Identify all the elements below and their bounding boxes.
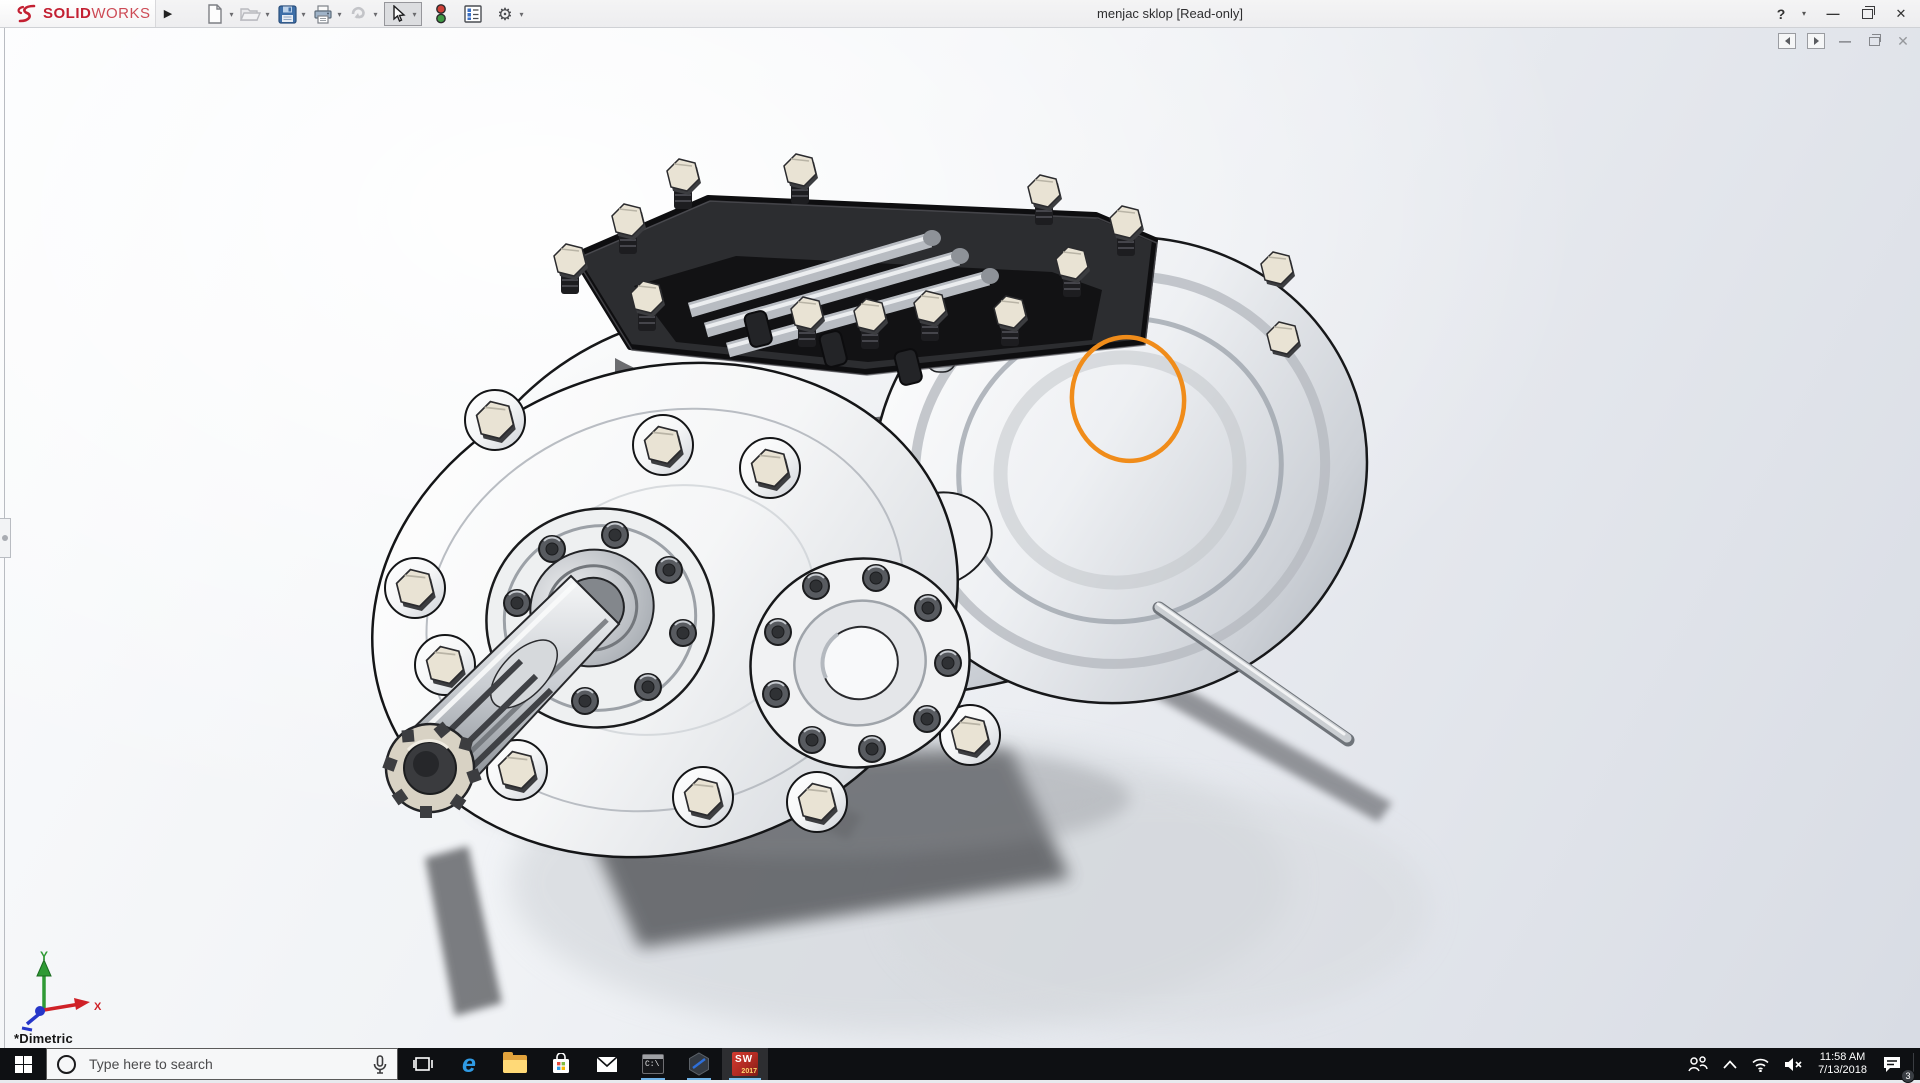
cortana-icon <box>57 1055 76 1074</box>
edge-button[interactable]: e <box>446 1048 492 1080</box>
logo-text-solid: SOLID <box>43 5 91 22</box>
print-dropdown[interactable]: ▾ <box>335 10 344 19</box>
title-bar: SOLIDWORKS ▶ ▾ ▾ ▾ ▾ ▾ <box>0 0 1920 28</box>
chevron-up-icon <box>1723 1060 1737 1069</box>
windows-logo-icon <box>15 1056 32 1073</box>
file-properties-icon <box>462 3 484 25</box>
help-button[interactable]: ? <box>1768 2 1794 26</box>
select-cursor-icon <box>387 3 409 25</box>
rebuild-traffic-light-icon <box>430 3 452 25</box>
search-input[interactable]: Type here to search <box>46 1048 398 1080</box>
volume-button[interactable] <box>1777 1048 1810 1080</box>
start-button[interactable] <box>0 1048 46 1080</box>
undo-button[interactable]: ▾ <box>348 3 380 25</box>
people-icon <box>1687 1056 1709 1072</box>
search-placeholder: Type here to search <box>89 1056 213 1072</box>
print-button[interactable]: ▾ <box>312 3 344 25</box>
undo-dropdown[interactable]: ▾ <box>371 10 380 19</box>
print-icon <box>312 3 334 25</box>
mail-button[interactable] <box>584 1048 630 1080</box>
open-button[interactable]: ▾ <box>240 3 272 25</box>
menu-flyout-button[interactable]: ▶ <box>160 3 176 24</box>
people-button[interactable] <box>1680 1048 1716 1080</box>
clock-time: 11:58 AM <box>1818 1051 1867 1064</box>
logo-text-works: WORKS <box>91 5 150 22</box>
restore-button[interactable] <box>1854 2 1880 26</box>
new-document-button[interactable]: ▾ <box>204 3 236 25</box>
action-center-icon <box>1882 1055 1902 1073</box>
options-dropdown[interactable]: ▾ <box>517 10 526 19</box>
taskbar-apps: e C:\ <box>400 1048 768 1080</box>
edrawings-icon <box>687 1052 711 1076</box>
notification-badge: 3 <box>1901 1069 1915 1083</box>
options-button[interactable]: ⚙ ▾ <box>494 3 526 25</box>
standard-toolbar: ▾ ▾ ▾ ▾ ▾ ▾ <box>204 2 530 26</box>
restore-icon <box>1862 9 1873 19</box>
open-dropdown[interactable]: ▾ <box>263 10 272 19</box>
mail-icon <box>596 1056 618 1073</box>
select-tool-button[interactable]: ▾ <box>384 2 422 26</box>
window-controls: ? ▾ — ✕ <box>1768 0 1914 27</box>
undo-icon <box>348 3 370 25</box>
options-gear-icon: ⚙ <box>497 6 512 23</box>
triad-x-label: X <box>94 1001 102 1013</box>
solidworks-app-icon: SW 2017 <box>732 1052 758 1076</box>
file-explorer-button[interactable] <box>492 1048 538 1080</box>
help-dropdown[interactable]: ▾ <box>1802 9 1812 18</box>
solidworks-logo: SOLIDWORKS <box>0 0 156 27</box>
orientation-triad: Y X <box>10 948 110 1034</box>
solidworks-logo-icon <box>14 4 40 24</box>
clock[interactable]: 11:58 AM 7/13/2018 <box>1810 1051 1875 1077</box>
file-explorer-icon <box>503 1055 527 1073</box>
network-button[interactable] <box>1744 1048 1777 1080</box>
edrawings-button[interactable] <box>676 1048 722 1080</box>
gearbox-3d-model[interactable] <box>0 28 1920 1048</box>
save-button[interactable]: ▾ <box>276 3 308 25</box>
rebuild-button[interactable] <box>430 3 452 25</box>
view-orientation-label: *Dimetric <box>14 1031 73 1046</box>
store-button[interactable] <box>538 1048 584 1080</box>
windows-taskbar: Type here to search e <box>0 1048 1920 1080</box>
solidworks-button[interactable]: SW 2017 <box>722 1048 768 1080</box>
file-properties-button[interactable] <box>462 3 484 25</box>
edge-icon: e <box>462 1052 476 1077</box>
wifi-icon <box>1751 1057 1770 1072</box>
select-dropdown[interactable]: ▾ <box>410 10 419 19</box>
minimize-button[interactable]: — <box>1820 2 1846 26</box>
document-title: menjac sklop [Read-only] <box>1000 0 1340 27</box>
save-dropdown[interactable]: ▾ <box>299 10 308 19</box>
open-icon <box>240 3 262 25</box>
close-button[interactable]: ✕ <box>1888 2 1914 26</box>
store-icon <box>550 1053 572 1075</box>
microphone-icon[interactable] <box>373 1055 387 1075</box>
action-center-button[interactable]: 3 <box>1875 1048 1909 1080</box>
command-prompt-icon: C:\ <box>642 1054 664 1074</box>
save-icon <box>276 3 298 25</box>
task-view-button[interactable] <box>400 1048 446 1080</box>
system-tray: 11:58 AM 7/13/2018 3 <box>1680 1048 1920 1080</box>
command-prompt-button[interactable]: C:\ <box>630 1048 676 1080</box>
volume-muted-icon <box>1784 1057 1803 1072</box>
new-document-icon <box>204 3 226 25</box>
task-view-icon <box>413 1055 433 1073</box>
clock-date: 7/13/2018 <box>1818 1064 1867 1077</box>
new-document-dropdown[interactable]: ▾ <box>227 10 236 19</box>
show-hidden-icons-button[interactable] <box>1716 1048 1744 1080</box>
graphics-viewport[interactable]: — ✕ <box>0 28 1920 1048</box>
